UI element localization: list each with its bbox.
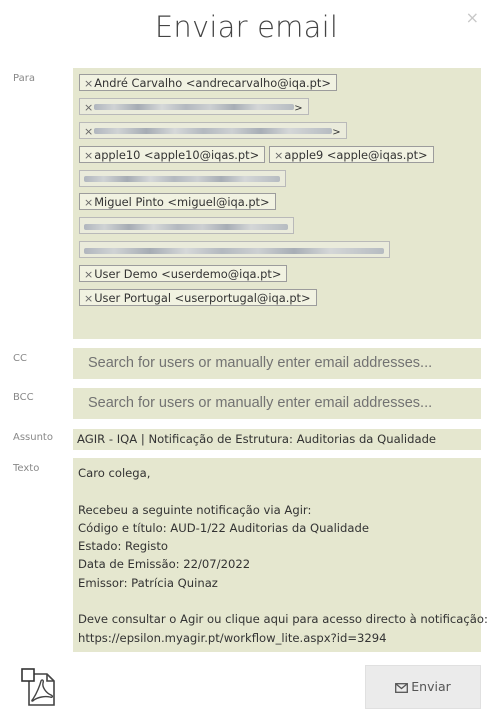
remove-icon[interactable]: ×	[84, 292, 93, 305]
recipient-label: Miguel Pinto <miguel@iqa.pt>	[94, 195, 270, 210]
body-line: https://epsilon.myagir.pt/workflow_lite.…	[78, 630, 387, 645]
recipient-label: apple9 <apple@iqas.pt>	[284, 147, 428, 162]
envelope-icon	[395, 683, 409, 693]
to-label: Para	[13, 73, 35, 84]
recipient-tag	[79, 169, 286, 187]
redacted-recipient	[84, 176, 280, 183]
cc-label: CC	[13, 353, 27, 364]
body-line: Estado: Registo	[78, 539, 168, 554]
body-line: Código e título: AUD-1/22 Auditorias da …	[78, 520, 369, 535]
recipient-label: apple10 <apple10@iqas.pt>	[94, 147, 260, 162]
remove-icon[interactable]: ×	[84, 77, 93, 90]
remove-icon[interactable]: ×	[84, 268, 93, 281]
remove-icon[interactable]: ×	[84, 196, 93, 209]
body-line	[78, 482, 476, 500]
redacted-recipient	[94, 104, 295, 111]
recipient-tag: ×User Portugal <userportugal@iqa.pt>	[79, 289, 317, 307]
recipient-label: User Demo <userdemo@iqa.pt>	[94, 267, 282, 282]
recipient-tag: ×apple10 <apple10@iqas.pt>	[79, 145, 266, 163]
dialog-title: Enviar email	[154, 10, 339, 44]
recipient-tag: ×Miguel Pinto <miguel@iqa.pt>	[79, 193, 276, 211]
recipient-tag: ×apple9 <apple@iqas.pt>	[269, 145, 434, 163]
body-line: Recebeu a seguinte notificação via Agir:	[78, 502, 312, 517]
bcc-placeholder: Search for users or manually enter email…	[88, 395, 433, 411]
recipient-label: User Portugal <userportugal@iqa.pt>	[94, 291, 311, 306]
remove-icon[interactable]: ×	[274, 149, 283, 162]
cc-placeholder: Search for users or manually enter email…	[88, 355, 433, 371]
redacted-recipient	[84, 247, 384, 254]
bcc-input[interactable]: Search for users or manually enter email…	[73, 388, 481, 419]
remove-icon[interactable]: ×	[84, 149, 93, 162]
recipient-tag: × >	[79, 97, 309, 115]
bcc-label: BCC	[13, 392, 34, 403]
subject-input[interactable]: AGIR - IQA | Notificação de Estrutura: A…	[73, 429, 481, 450]
recipient-tag	[79, 241, 390, 259]
remove-icon[interactable]: ×	[84, 125, 93, 138]
body-line: Emissor: Patrícia Quinaz	[78, 575, 218, 590]
body-line: Caro colega,	[78, 466, 151, 480]
redacted-recipient	[84, 223, 288, 230]
close-icon[interactable]: ×	[466, 8, 479, 27]
body-line: Deve consultar o Agir ou clique aqui par…	[78, 612, 488, 627]
send-label: Enviar	[411, 679, 451, 694]
remove-icon[interactable]: ×	[84, 101, 93, 114]
body-line	[78, 592, 476, 610]
body-line: Data de Emissão: 22/07/2022	[78, 557, 251, 572]
pdf-icon[interactable]	[20, 667, 58, 707]
recipient-label: André Carvalho <andrecarvalho@iqa.pt>	[94, 76, 331, 90]
recipient-tag	[79, 217, 294, 235]
to-recipients-field[interactable]: ×André Carvalho <andrecarvalho@iqa.pt> ×…	[73, 68, 481, 339]
redacted-recipient	[94, 128, 333, 135]
message-body[interactable]: Caro colega, Recebeu a seguinte notifica…	[73, 458, 488, 652]
recipient-tag: ×André Carvalho <andrecarvalho@iqa.pt>	[79, 74, 337, 91]
send-button[interactable]: Enviar	[365, 665, 481, 709]
cc-input[interactable]: Search for users or manually enter email…	[73, 348, 481, 379]
text-label: Texto	[13, 463, 40, 474]
recipient-tag: ×User Demo <userdemo@iqa.pt>	[79, 265, 288, 283]
recipient-tag: × >	[79, 121, 347, 139]
subject-label: Assunto	[13, 432, 53, 443]
